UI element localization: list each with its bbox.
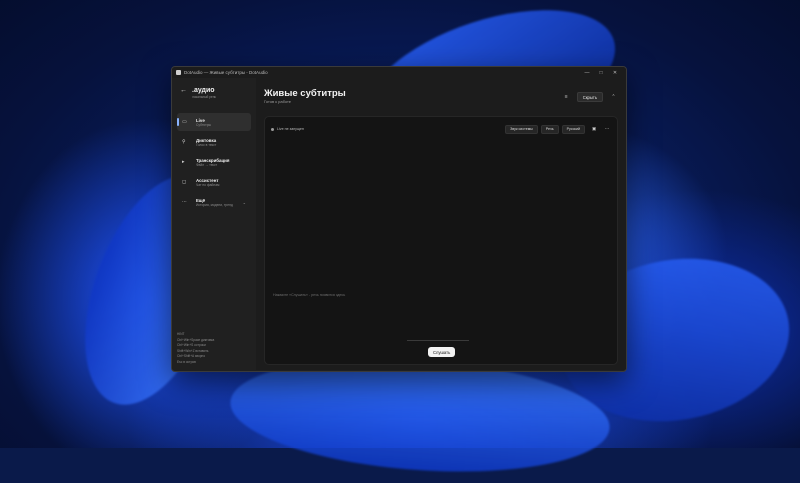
empty-hint: Нажмите «Слушать» - речь появится здесь [273, 293, 346, 297]
filter-icon[interactable]: ≡ [562, 94, 571, 100]
brand-subtitle: локальный ренк [192, 95, 216, 99]
listen-button[interactable]: Слушать [428, 347, 456, 357]
app-icon [176, 70, 181, 75]
chat-icon: ◻ [182, 179, 187, 185]
sidebar-item-sub: История, модели, тренд [196, 202, 233, 207]
sidebar-item-sub: Голос в текст [196, 142, 217, 147]
sidebar-item-dictation[interactable]: ⚲ Диктовка Голос в текст [177, 133, 251, 151]
level-meter [407, 340, 469, 341]
audio-source-chip[interactable]: Звук системы [505, 124, 538, 134]
maximize-button[interactable]: □ [594, 70, 608, 76]
sidebar-item-live[interactable]: ▭ Live Субтитры [177, 113, 251, 131]
page-title: Живые субтитры [264, 88, 346, 99]
sidebar-item-more[interactable]: ⋯ Ещё История, модели, тренд ⌄ [177, 193, 251, 211]
file-audio-icon: ▸ [182, 159, 185, 165]
sidebar-item-sub: Чат по файлам [196, 182, 220, 187]
hotkeys-list: HINT Ctrl+Win+Space диктовка Ctrl+Win+S … [177, 332, 214, 365]
sidebar-item-transcription[interactable]: ▸ Транскрибация Файл → текст [177, 153, 251, 171]
brand: ← .аудио локальный ренк [172, 78, 256, 111]
sidebar: ← .аудио локальный ренк ▭ Live Субтитры … [172, 78, 256, 370]
minimize-button[interactable]: — [580, 70, 594, 76]
display-icon[interactable]: ▣ [590, 126, 598, 132]
window-title: DotAudio — Живые субтитры - DotAudio [184, 70, 268, 75]
captions-panel: Live не запущен Звук системы Речь Русски… [264, 116, 618, 365]
live-status: Live не запущен [277, 127, 304, 131]
close-button[interactable]: ✕ [608, 70, 622, 76]
main-area: Живые субтитры Готов к работе ≡ Скрыть ⌃… [256, 78, 626, 370]
brand-name: .аудио [192, 87, 215, 94]
header-actions: ≡ Скрыть ⌃ [562, 92, 618, 102]
status-dot [271, 127, 274, 131]
chevron-up-icon[interactable]: ⌃ [609, 94, 618, 100]
sidebar-item-label: Транскрибация [196, 157, 230, 163]
page-header: Живые субтитры Готов к работе [264, 88, 346, 105]
more-options-icon[interactable]: ⋯ [603, 126, 611, 132]
chevron-down-icon: ⌄ [242, 199, 246, 205]
captions-toolbar: Live не запущен Звук системы Речь Русски… [271, 124, 611, 134]
hotkey-line: Esc в остров [177, 359, 196, 364]
hide-button[interactable]: Скрыть [576, 92, 603, 102]
back-arrow-icon[interactable]: ← [180, 87, 192, 95]
live-caption-icon: ▭ [182, 119, 187, 125]
sidebar-item-sub: Субтитры [196, 122, 212, 127]
sidebar-item-label: Ассистент [196, 177, 219, 183]
title-bar[interactable]: DotAudio — Живые субтитры - DotAudio — □… [172, 67, 626, 78]
mode-chip[interactable]: Речь [540, 124, 559, 134]
page-subtitle: Готов к работе [264, 99, 292, 104]
app-window: DotAudio — Живые субтитры - DotAudio — □… [171, 66, 627, 372]
sidebar-item-sub: Файл → текст [196, 162, 218, 167]
language-chip[interactable]: Русский [561, 124, 585, 134]
more-icon: ⋯ [182, 199, 187, 205]
sidebar-item-assistant[interactable]: ◻ Ассистент Чат по файлам [177, 173, 251, 191]
microphone-icon: ⚲ [182, 139, 186, 145]
sidebar-item-label: Диктовка [196, 137, 217, 143]
